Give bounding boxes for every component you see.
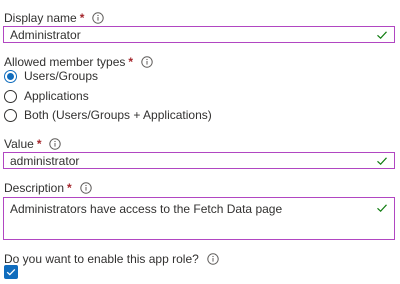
member-types-label: Allowed member types	[4, 55, 126, 69]
radio-applications[interactable]: Applications	[4, 88, 89, 104]
info-icon[interactable]	[80, 182, 92, 194]
checkmark-icon	[6, 268, 16, 276]
required-marker: *	[128, 55, 134, 69]
radio-label: Applications	[24, 89, 89, 103]
enable-role-label: Do you want to enable this app role?	[4, 252, 199, 266]
info-icon[interactable]	[49, 138, 62, 150]
value-field[interactable]	[3, 152, 395, 169]
required-marker: *	[36, 137, 42, 151]
radio-button[interactable]	[4, 89, 17, 103]
radio-label: Both (Users/Groups + Applications)	[24, 108, 212, 122]
radio-both[interactable]: Both (Users/Groups + Applications)	[4, 107, 212, 123]
description-textarea[interactable]: Administrators have access to the Fetch …	[10, 202, 370, 236]
radio-label: Users/Groups	[24, 69, 99, 83]
radio-button[interactable]	[4, 69, 17, 83]
radio-selected-dot	[7, 72, 14, 80]
description-label: Description	[4, 181, 65, 195]
display-name-label: Display name	[4, 11, 77, 25]
display-name-input[interactable]	[10, 28, 370, 42]
enable-role-label-row: Do you want to enable this app role?	[4, 251, 219, 267]
info-icon[interactable]	[92, 12, 105, 24]
description-label-row: Description *	[4, 180, 92, 196]
display-name-field[interactable]	[3, 26, 395, 43]
display-name-label-row: Display name *	[4, 10, 105, 26]
checkmark-icon	[377, 157, 387, 166]
required-marker: *	[67, 181, 72, 195]
checkmark-icon	[377, 31, 387, 40]
value-label: Value	[4, 137, 34, 151]
info-icon[interactable]	[141, 56, 153, 68]
radio-users-groups[interactable]: Users/Groups	[4, 68, 98, 84]
required-marker: *	[79, 11, 85, 25]
description-field[interactable]: Administrators have access to the Fetch …	[3, 197, 395, 240]
value-label-row: Value *	[4, 136, 62, 152]
checkmark-icon	[377, 204, 387, 213]
value-input[interactable]	[10, 154, 370, 168]
enable-role-checkbox[interactable]	[4, 265, 18, 279]
radio-button[interactable]	[4, 108, 17, 122]
info-icon[interactable]	[207, 253, 219, 265]
